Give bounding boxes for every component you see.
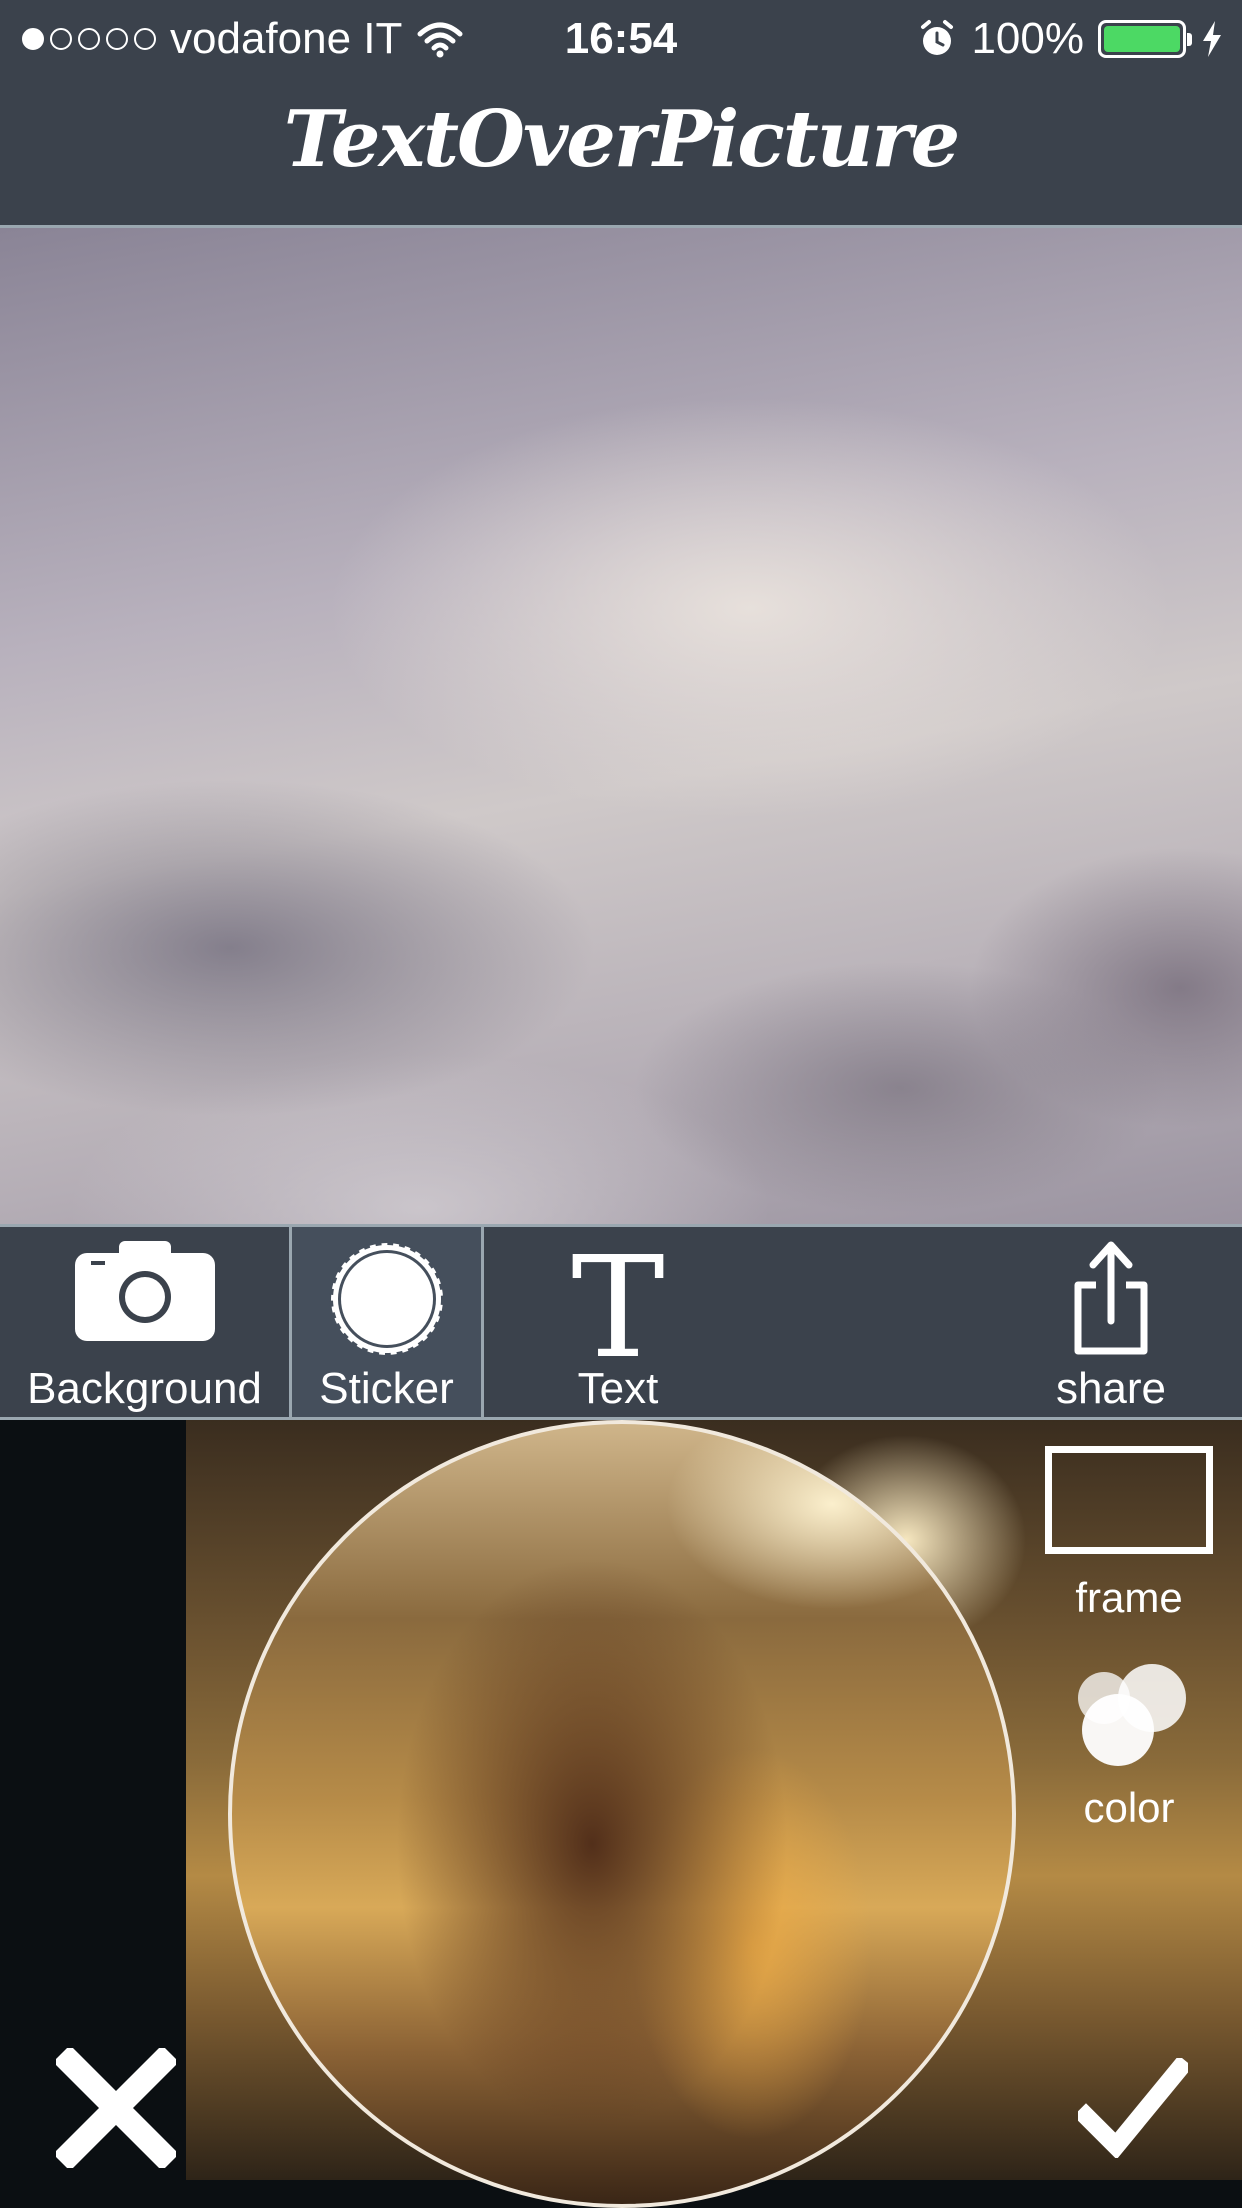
circle-sticker-crop[interactable] — [228, 1420, 1016, 2208]
status-bar: vodafone IT 16:54 100% — [0, 0, 1242, 80]
frame-label: frame — [1075, 1574, 1183, 1621]
app-title: TextOverPicture — [283, 94, 960, 185]
tool-share-label: share — [1055, 1364, 1167, 1413]
sticker-editor: frame color — [0, 1420, 1242, 2208]
color-button[interactable]: color — [1036, 1660, 1222, 1832]
tool-background[interactable]: Background — [0, 1227, 292, 1417]
camera-icon — [74, 1241, 215, 1341]
close-icon[interactable] — [56, 2048, 176, 2168]
tool-text[interactable]: T Text — [484, 1227, 752, 1417]
alarm-icon — [921, 20, 954, 55]
status-right-group: 100% — [917, 14, 1224, 64]
frame-button[interactable]: frame — [1036, 1446, 1222, 1622]
battery-icon — [1098, 20, 1192, 58]
tool-share[interactable]: share — [980, 1227, 1242, 1417]
tool-background-label: Background — [27, 1364, 262, 1413]
share-icon — [1074, 1241, 1148, 1355]
frame-icon — [1045, 1446, 1213, 1554]
background-canvas[interactable] — [0, 228, 1242, 1224]
battery-percent: 100% — [971, 14, 1084, 63]
tool-sticker[interactable]: Sticker — [292, 1227, 484, 1417]
sticker-icon — [328, 1241, 445, 1357]
tool-sticker-label: Sticker — [319, 1364, 454, 1413]
checkmark-icon[interactable] — [1078, 2058, 1188, 2158]
tool-bar: Background Sticker T Text share — [0, 1224, 1242, 1420]
color-label: color — [1083, 1784, 1175, 1831]
charging-bolt-icon — [1203, 21, 1221, 57]
app-header: TextOverPicture — [0, 80, 1242, 228]
text-t-icon: T — [571, 1227, 665, 1390]
color-circles-icon — [1078, 1664, 1186, 1766]
